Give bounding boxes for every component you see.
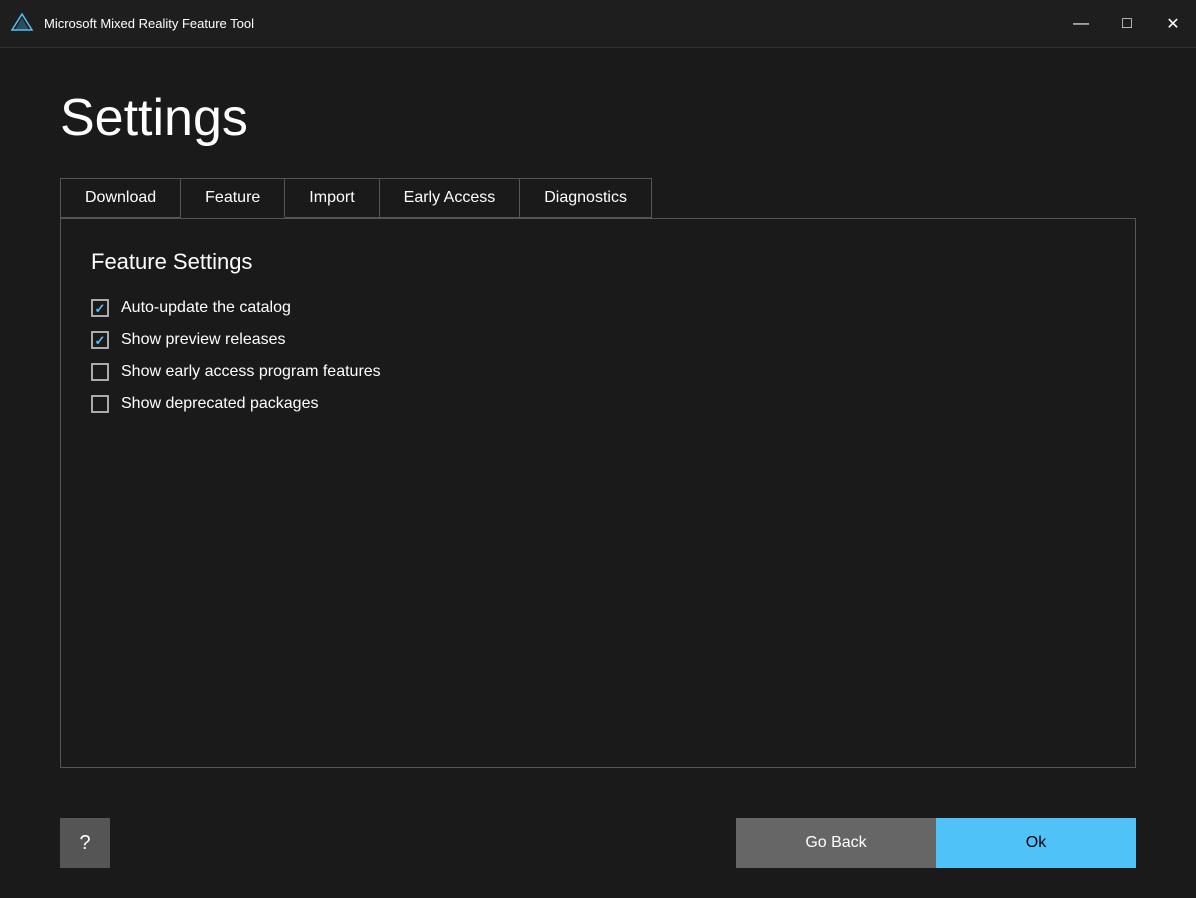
title-bar-left: Microsoft Mixed Reality Feature Tool (10, 12, 254, 36)
help-button[interactable]: ? (60, 818, 110, 868)
checkbox-deprecated-label[interactable]: Show deprecated packages (121, 395, 318, 413)
bottom-bar: ? Go Back Ok (0, 818, 1196, 898)
checkbox-preview-releases-label[interactable]: Show preview releases (121, 331, 286, 349)
checkbox-item-early-access: Show early access program features (91, 363, 1105, 381)
ok-button[interactable]: Ok (936, 818, 1136, 868)
app-title: Microsoft Mixed Reality Feature Tool (44, 16, 254, 31)
checkbox-early-access[interactable] (91, 363, 109, 381)
tab-download[interactable]: Download (61, 179, 181, 218)
minimize-button[interactable]: — (1058, 0, 1104, 48)
maximize-button[interactable]: □ (1104, 0, 1150, 48)
app-icon (10, 12, 34, 36)
main-content: Settings Download Feature Import Early A… (0, 48, 1196, 818)
checkbox-auto-update[interactable] (91, 299, 109, 317)
tab-feature[interactable]: Feature (181, 179, 285, 218)
title-bar-controls: — □ ✕ (1058, 0, 1196, 48)
tab-import[interactable]: Import (285, 179, 379, 218)
checkbox-early-access-label[interactable]: Show early access program features (121, 363, 381, 381)
tab-early-access[interactable]: Early Access (380, 179, 521, 218)
title-bar: Microsoft Mixed Reality Feature Tool — □… (0, 0, 1196, 48)
checkbox-preview-releases[interactable] (91, 331, 109, 349)
close-button[interactable]: ✕ (1150, 0, 1196, 48)
bottom-right-buttons: Go Back Ok (736, 818, 1136, 868)
tab-diagnostics[interactable]: Diagnostics (520, 179, 651, 218)
checkbox-item-preview-releases: Show preview releases (91, 331, 1105, 349)
checkbox-auto-update-label[interactable]: Auto-update the catalog (121, 299, 291, 317)
checkbox-item-deprecated: Show deprecated packages (91, 395, 1105, 413)
checkbox-deprecated[interactable] (91, 395, 109, 413)
page-title: Settings (60, 88, 1136, 148)
checkbox-item-auto-update: Auto-update the catalog (91, 299, 1105, 317)
panel-title: Feature Settings (91, 249, 1105, 275)
tabs-bar: Download Feature Import Early Access Dia… (60, 178, 652, 218)
go-back-button[interactable]: Go Back (736, 818, 936, 868)
feature-panel: Feature Settings Auto-update the catalog… (60, 218, 1136, 768)
